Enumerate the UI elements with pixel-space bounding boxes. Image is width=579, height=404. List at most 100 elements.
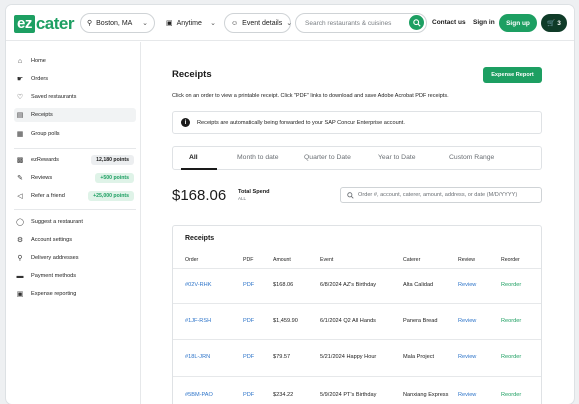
review-link[interactable]: Review: [458, 354, 476, 360]
cart-button[interactable]: 🛒 3: [541, 14, 567, 32]
sidebar-item-label: Refer a friend: [31, 193, 65, 199]
total-spend-range: ALL: [238, 196, 247, 201]
contact-us-link[interactable]: Contact us: [432, 19, 466, 26]
tab-all[interactable]: All: [189, 154, 198, 161]
concur-banner: i Receipts are automatically being forwa…: [172, 111, 542, 134]
column-header-amount: Amount: [273, 257, 291, 263]
location-pin-icon: ⚲: [87, 20, 93, 27]
caterer-cell: Alta Calidad: [403, 282, 434, 288]
active-tab-indicator: [181, 168, 217, 170]
tab-year-to-date[interactable]: Year to Date: [378, 154, 416, 161]
pdf-link[interactable]: PDF: [243, 392, 254, 398]
column-header-caterer: Caterer: [403, 257, 421, 263]
sidebar-item-label: Saved restaurants: [31, 94, 77, 100]
sidebar-item-suggest-restaurant[interactable]: ◯ Suggest a restaurant: [14, 215, 136, 229]
event-cell: 6/8/2024 AZ's Birthday: [320, 282, 377, 288]
pdf-link[interactable]: PDF: [243, 318, 254, 324]
sidebar-item-delivery-addresses[interactable]: ⚲ Delivery addresses: [14, 251, 136, 265]
logo-ez: ez: [14, 14, 35, 33]
receipt-icon: ▤: [16, 112, 24, 119]
sign-in-link[interactable]: Sign in: [473, 19, 495, 26]
sidebar-item-refer-a-friend[interactable]: ◁ Refer a friend +25,000 points: [14, 189, 136, 203]
caterer-cell: Panera Bread: [403, 318, 438, 324]
search-icon: [347, 191, 354, 199]
receipts-search-input[interactable]: Order #, account, caterer, amount, addre…: [340, 187, 542, 203]
sidebar-item-label: Delivery addresses: [31, 255, 79, 261]
sidebar-divider: [14, 209, 136, 210]
heart-icon: ♡: [16, 94, 24, 101]
intro-text: Click on an order to view a printable re…: [172, 93, 449, 99]
sign-up-button[interactable]: Sign up: [499, 14, 537, 32]
sidebar-item-ezrewards[interactable]: ▩ ezRewards 12,180 points: [14, 153, 136, 167]
sidebar-item-saved-restaurants[interactable]: ♡ Saved restaurants: [14, 90, 136, 104]
order-link[interactable]: #02V-RHK: [185, 282, 211, 288]
info-icon: i: [181, 118, 190, 127]
column-header-reorder: Reorder: [501, 257, 520, 263]
column-header-order: Order: [185, 257, 199, 263]
reorder-link[interactable]: Reorder: [501, 318, 521, 324]
points-badge: +25,000 points: [88, 191, 134, 201]
reorder-link[interactable]: Reorder: [501, 282, 521, 288]
time-selector[interactable]: ▣ Anytime ⌄: [160, 13, 222, 33]
event-cell: 5/9/2024 PT's Birthday: [320, 392, 377, 398]
sidebar-item-account-settings[interactable]: ⚙ Account settings: [14, 233, 136, 247]
home-icon: ⌂: [17, 57, 23, 65]
column-header-pdf: PDF: [243, 257, 254, 263]
search-button[interactable]: [409, 15, 424, 30]
order-link[interactable]: #1JF-RSH: [185, 318, 211, 324]
row-divider: [173, 303, 541, 304]
row-divider: [173, 339, 541, 340]
location-pin-icon: ⚲: [17, 255, 23, 262]
main-content: Receipts Expense Report Click on an orde…: [142, 42, 574, 404]
app-window: ez cater ⚲ Boston, MA ⌄ ▣ Anytime ⌄ ☺ Ev…: [6, 5, 574, 404]
sidebar-item-payment-methods[interactable]: ▬ Payment methods: [14, 269, 136, 283]
amount-cell: $79.57: [273, 354, 291, 360]
points-badge: 12,180 points: [91, 155, 134, 165]
chevron-down-icon: ⌄: [142, 20, 148, 27]
tab-month-to-date[interactable]: Month to date: [237, 154, 279, 161]
review-link[interactable]: Review: [458, 282, 476, 288]
order-link[interactable]: #5BM-PAO: [185, 392, 213, 398]
location-selector[interactable]: ⚲ Boston, MA ⌄: [80, 13, 155, 33]
pencil-icon: ✎: [17, 175, 23, 182]
total-spend-label: Total Spend: [238, 189, 270, 195]
sidebar-item-label: ezRewards: [31, 157, 59, 163]
sidebar-item-reviews[interactable]: ✎ Reviews +500 points: [14, 171, 136, 185]
search-placeholder: Search restaurants & cuisines: [305, 19, 392, 27]
caterer-cell: Mala Project: [403, 354, 435, 360]
reorder-link[interactable]: Reorder: [501, 392, 521, 398]
cart-icon: 🛒: [547, 20, 556, 27]
expense-report-button[interactable]: Expense Report: [483, 67, 542, 83]
orders-icon: ☛: [16, 76, 24, 83]
pdf-link[interactable]: PDF: [243, 282, 254, 288]
review-link[interactable]: Review: [458, 318, 476, 324]
table-title: Receipts: [185, 235, 215, 242]
sidebar-item-label: Payment methods: [31, 273, 77, 279]
sidebar-item-home[interactable]: ⌂ Home: [14, 54, 136, 68]
date-range-tabs: All Month to date Quarter to Date Year t…: [172, 146, 542, 170]
tab-custom-range[interactable]: Custom Range: [449, 154, 494, 161]
amount-cell: $168.06: [273, 282, 294, 288]
order-link[interactable]: #18L-JRN: [185, 354, 210, 360]
search-icon: [412, 18, 421, 27]
restaurant-search-input[interactable]: Search restaurants & cuisines: [295, 13, 427, 33]
expense-icon: ▣: [16, 291, 24, 298]
credit-card-icon: ▬: [16, 272, 24, 280]
amount-cell: $1,459.90: [273, 318, 298, 324]
pdf-link[interactable]: PDF: [243, 354, 254, 360]
sidebar-item-group-polls[interactable]: ▦ Group polls: [14, 127, 136, 141]
sidebar-item-receipts[interactable]: ▤ Receipts: [14, 108, 136, 122]
review-link[interactable]: Review: [458, 392, 476, 398]
tab-quarter-to-date[interactable]: Quarter to Date: [304, 154, 351, 161]
sidebar: ⌂ Home ☛ Orders ♡ Saved restaurants ▤ Re…: [6, 42, 141, 404]
sidebar-item-label: Receipts: [31, 112, 53, 118]
search-placeholder: Order #, account, caterer, amount, addre…: [358, 192, 518, 198]
page-title: Receipts: [172, 69, 212, 80]
event-details-selector[interactable]: ☺ Event details ⌄: [224, 13, 292, 33]
sidebar-item-orders[interactable]: ☛ Orders: [14, 72, 136, 86]
people-icon: ☺: [231, 19, 239, 27]
column-header-event: Event: [320, 257, 334, 263]
reorder-link[interactable]: Reorder: [501, 354, 521, 360]
sidebar-item-expense-reporting[interactable]: ▣ Expense reporting: [14, 287, 136, 301]
ezcater-logo[interactable]: ez cater: [14, 14, 74, 33]
